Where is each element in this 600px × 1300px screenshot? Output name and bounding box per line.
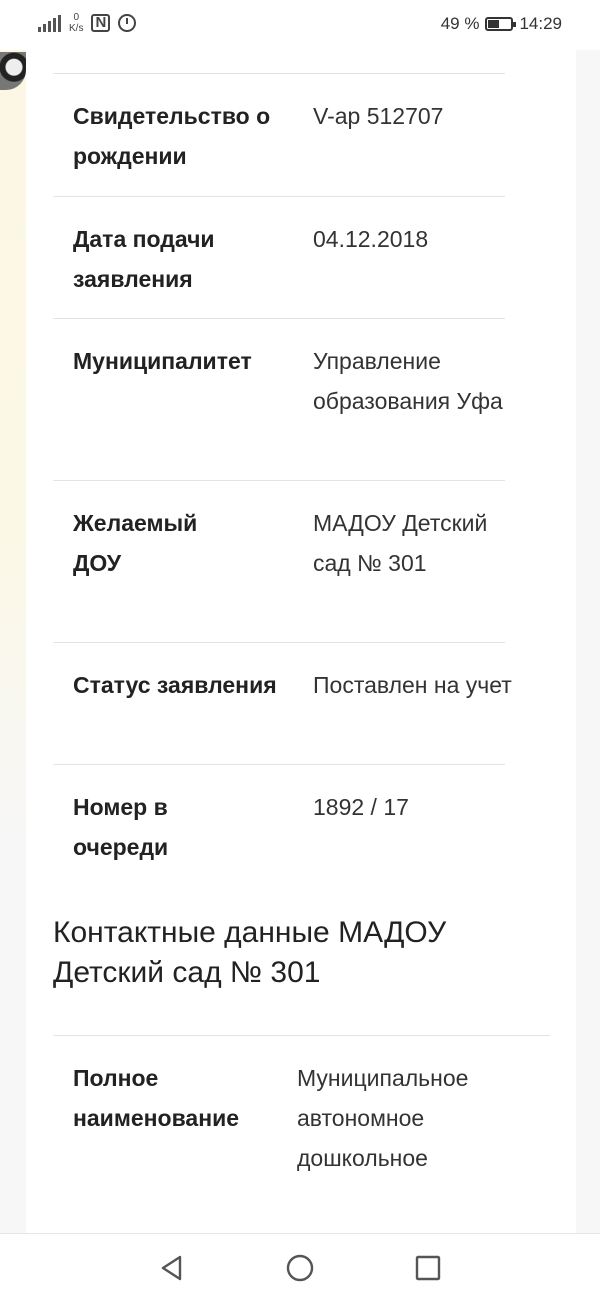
info-row-queue-number: Номер в очереди 1892 / 17: [53, 764, 505, 886]
home-icon[interactable]: [286, 1254, 314, 1282]
status-right: 49 % 14:29: [441, 14, 562, 34]
status-bar: 0 K/s N 49 % 14:29: [0, 0, 600, 50]
row-value: Муниципальное автономное дошкольное: [297, 1065, 469, 1171]
clock: 14:29: [519, 14, 562, 33]
row-label: Желаемый ДОУ: [73, 510, 198, 576]
row-value: 1892 / 17: [313, 794, 409, 820]
background-decoration: [0, 50, 26, 840]
network-speed-unit: K/s: [69, 23, 84, 34]
contact-row-full-name: Полное наименование Муниципальное автоно…: [53, 1035, 550, 1206]
row-label: Свидетельство о рождении: [73, 103, 271, 169]
navigation-bar: [0, 1233, 600, 1300]
signal-icon: [38, 14, 61, 32]
info-row-birth-certificate: Свидетельство о рождении V-ар 512707: [53, 73, 505, 196]
row-value: V-ар 512707: [313, 103, 444, 129]
network-speed: 0 K/s: [69, 12, 83, 34]
info-row-municipality: Муниципалитет Управление образования Уфа: [53, 318, 505, 480]
watch-image: [0, 52, 26, 90]
row-label: Статус заявления: [73, 672, 277, 698]
row-value: Поставлен на учет: [313, 672, 512, 698]
row-value: МАДОУ Детский сад № 301: [313, 510, 488, 576]
row-value: 04.12.2018: [313, 226, 429, 252]
battery-icon: [485, 17, 517, 31]
contacts-section-title: Контактные данные МАДОУ Детский сад № 30…: [53, 916, 447, 989]
row-label: Муниципалитет: [73, 348, 252, 374]
network-speed-value: 0: [73, 12, 79, 23]
alarm-icon: [118, 14, 137, 32]
back-icon[interactable]: [158, 1254, 186, 1282]
info-row-submission-date: Дата подачи заявления 04.12.2018: [53, 196, 505, 318]
row-label: Полное наименование: [73, 1065, 240, 1131]
nfc-icon: N: [91, 14, 111, 32]
recent-apps-icon[interactable]: [414, 1254, 442, 1282]
battery-fill: [488, 20, 500, 28]
info-row-desired-kindergarten: Желаемый ДОУ МАДОУ Детский сад № 301: [53, 480, 505, 642]
row-value: Управление образования Уфа: [313, 348, 503, 414]
row-label: Дата подачи заявления: [73, 226, 215, 292]
row-label: Номер в очереди: [73, 794, 169, 860]
battery-percent: 49 %: [440, 14, 480, 33]
info-row-status: Статус заявления Поставлен на учет: [53, 642, 512, 764]
status-left: 0 K/s N: [38, 12, 137, 34]
